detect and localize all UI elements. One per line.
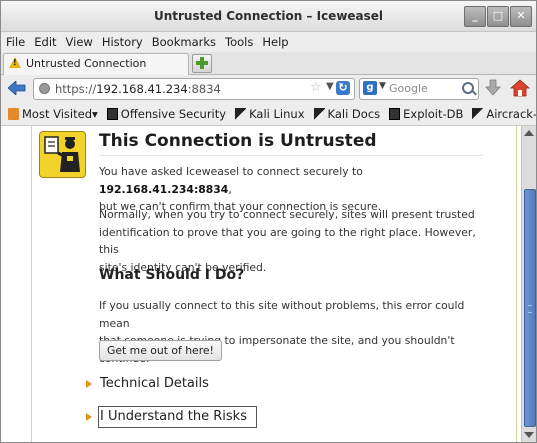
url-bar[interactable]: https://192.168.41.234:8834 ☆ ▼ ↻	[33, 78, 355, 100]
navigation-toolbar: https://192.168.41.234:8834 ☆ ▼ ↻ g ▼ Go…	[1, 75, 536, 102]
reload-icon[interactable]: ↻	[336, 81, 350, 95]
back-arrow-icon	[8, 81, 26, 95]
warning-icon	[9, 57, 21, 68]
close-button[interactable]: ✕	[510, 6, 532, 27]
explanation-paragraph: Normally, when you try to connect secure…	[99, 208, 476, 274]
bookmark-most-visited[interactable]: Most Visited ▾	[8, 107, 98, 121]
globe-icon	[39, 83, 50, 94]
bookmark-kali-linux[interactable]: Kali Linux	[235, 107, 305, 121]
bookmark-kali-docs[interactable]: Kali Docs	[313, 107, 380, 121]
engine-dropdown-icon[interactable]: ▼	[379, 81, 386, 91]
search-bar[interactable]: g ▼ Google	[359, 78, 479, 100]
menu-tools[interactable]: Tools	[220, 32, 257, 52]
tab-strip: Untrusted Connection	[1, 52, 536, 75]
technical-details-label: Technical Details	[100, 376, 209, 391]
google-engine-icon[interactable]: g	[363, 81, 377, 95]
bookmark-star-icon[interactable]: ☆	[310, 80, 322, 95]
page-title: This Connection is Untrusted	[99, 131, 377, 151]
folder-icon	[8, 108, 19, 120]
bookmark-exploit-db[interactable]: Exploit-DB	[389, 107, 463, 121]
bookmarks-toolbar: Most Visited ▾ Offensive Security Kali Li…	[1, 103, 536, 126]
search-input[interactable]: Google	[389, 82, 428, 95]
tab-untrusted-connection[interactable]: Untrusted Connection	[3, 53, 189, 75]
browser-window: Untrusted Connection – Iceweasel _ □ ✕ F…	[0, 0, 537, 443]
window-title: Untrusted Connection – Iceweasel	[153, 9, 384, 23]
scroll-up-button[interactable]	[524, 128, 535, 139]
menu-bookmarks[interactable]: Bookmarks	[147, 32, 220, 52]
vertical-scrollbar[interactable]	[521, 126, 536, 442]
menu-view[interactable]: View	[61, 32, 97, 52]
bookmark-aircrack-ng[interactable]: Aircrack-ng	[472, 107, 536, 121]
scroll-down-button[interactable]	[524, 429, 535, 440]
bookmark-offensive-security[interactable]: Offensive Security	[106, 107, 226, 121]
search-icon[interactable]	[462, 82, 474, 94]
scroll-up-arrow-icon	[524, 130, 534, 136]
minimize-button[interactable]: _	[464, 6, 486, 27]
title-bar: Untrusted Connection – Iceweasel _ □ ✕	[1, 1, 536, 32]
title-divider	[99, 155, 483, 156]
url-text: https://192.168.41.234:8834	[55, 82, 221, 96]
understand-risks-label: I Understand the Risks	[100, 409, 247, 424]
expand-triangle-icon	[86, 380, 92, 388]
what-should-i-do-heading: What Should I Do?	[99, 267, 245, 283]
grip-icon	[528, 305, 532, 313]
offsec-icon	[106, 108, 118, 120]
menu-history[interactable]: History	[97, 32, 147, 52]
home-icon	[509, 79, 531, 97]
policeman-warning-icon	[39, 131, 86, 178]
kali-dragon-icon	[313, 108, 325, 120]
menu-edit[interactable]: Edit	[29, 32, 60, 52]
window-controls: _ □ ✕	[464, 6, 532, 27]
scrollbar-thumb[interactable]	[524, 189, 536, 427]
url-dropdown-icon[interactable]: ▼	[326, 81, 334, 92]
exploit-db-icon	[389, 108, 401, 120]
back-button[interactable]	[8, 81, 26, 95]
menu-help[interactable]: Help	[257, 32, 292, 52]
tab-label: Untrusted Connection	[26, 57, 147, 70]
plus-icon	[196, 57, 208, 69]
home-button[interactable]	[509, 79, 531, 97]
downloads-button[interactable]	[485, 79, 501, 97]
aircrack-icon	[472, 108, 484, 120]
download-arrow-icon	[485, 79, 501, 96]
menu-file[interactable]: File	[1, 32, 29, 52]
page-content: This Connection is Untrusted You have as…	[1, 126, 521, 442]
maximize-button[interactable]: □	[487, 6, 509, 27]
expand-triangle-icon	[86, 413, 92, 421]
kali-dragon-icon	[235, 108, 247, 120]
menu-bar: File Edit View History Bookmarks Tools H…	[1, 32, 536, 52]
scroll-down-arrow-icon	[524, 432, 534, 438]
new-tab-button[interactable]	[192, 54, 212, 73]
get-me-out-button[interactable]: Get me out of here!	[99, 340, 222, 361]
